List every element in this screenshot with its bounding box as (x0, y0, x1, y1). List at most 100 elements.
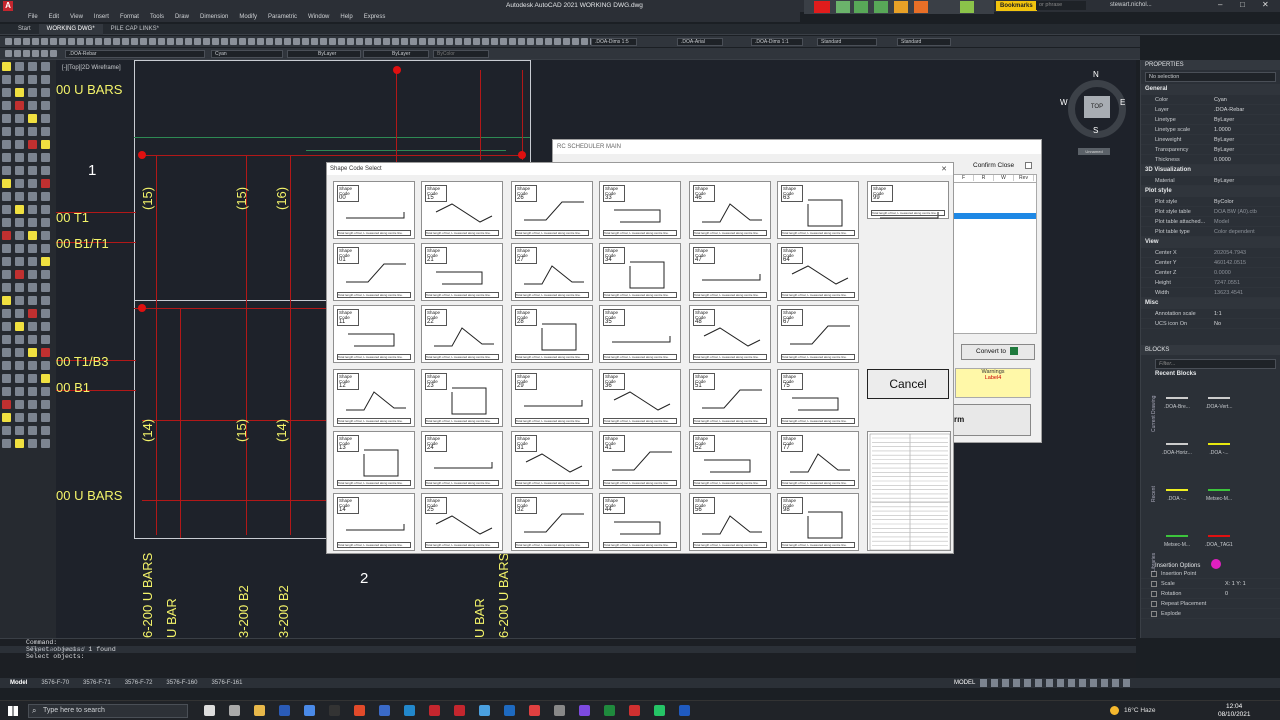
draw-tool-icon[interactable] (15, 101, 24, 110)
draw-tool-icon[interactable] (41, 296, 50, 305)
ribbon-tool-icon[interactable] (455, 38, 462, 45)
ribbon-tool-icon[interactable] (356, 38, 363, 45)
property-row-thickness[interactable]: Thickness 0.0000 (1141, 155, 1280, 165)
magenta-block-icon[interactable] (1211, 559, 1221, 569)
ribbon-tool-icon[interactable] (581, 38, 588, 45)
command-input[interactable]: Type a command (0, 646, 1136, 653)
layout-tab[interactable]: 3576-F-160 (166, 680, 197, 686)
ribbon-tool-icon[interactable] (266, 38, 273, 45)
draw-tool-icon[interactable] (28, 322, 37, 331)
taskbar-app-icon[interactable] (354, 705, 365, 716)
table-style-select[interactable]: Standard (817, 38, 877, 46)
draw-tool-icon[interactable] (15, 205, 24, 214)
draw-tool-icon[interactable] (28, 400, 37, 409)
draw-tool-icon[interactable] (41, 270, 50, 279)
shape-card-36[interactable]: Shape Code 36 Total length of bar, L measu… (599, 369, 681, 427)
draw-tool-icon[interactable] (15, 309, 24, 318)
draw-tool-icon[interactable] (2, 114, 11, 123)
convert-button[interactable]: Convert to (961, 344, 1035, 360)
draw-tool-icon[interactable] (15, 179, 24, 188)
draw-tool-icon[interactable] (2, 127, 11, 136)
shape-card-28[interactable]: Shape Code 28 Total length of bar, L measu… (511, 305, 593, 363)
ribbon-tool-icon[interactable] (365, 38, 372, 45)
draw-tool-icon[interactable] (28, 88, 37, 97)
option-checkbox[interactable] (1151, 581, 1157, 587)
ribbon-tool-icon[interactable] (284, 38, 291, 45)
draw-tool-icon[interactable] (41, 62, 50, 71)
shape-card-63[interactable]: Shape Code 63 Total length of bar, L measu… (777, 181, 859, 239)
shape-card-46[interactable]: Shape Code 46 Total length of bar, L measu… (689, 181, 771, 239)
insertion-option[interactable]: Scale X: 1 Y: 1 (1141, 579, 1280, 589)
insertion-option[interactable]: Explode (1141, 609, 1280, 619)
draw-tool-icon[interactable] (41, 244, 50, 253)
ribbon-tool-icon[interactable] (419, 38, 426, 45)
draw-tool-icon[interactable] (41, 309, 50, 318)
layout-tab[interactable]: Model (10, 680, 27, 686)
app-icon-green2[interactable] (854, 1, 868, 13)
ribbon-tool-icon[interactable] (545, 38, 552, 45)
layout-tab[interactable]: 3576-F-72 (125, 680, 153, 686)
draw-tool-icon[interactable] (2, 244, 11, 253)
draw-tool-icon[interactable] (41, 348, 50, 357)
shape-card-27[interactable]: Shape Code 27 Total length of bar, L measu… (511, 243, 593, 301)
property-row-ucs-icon-on[interactable]: UCS icon On No (1141, 319, 1280, 329)
ribbon-tool-icon[interactable] (68, 38, 75, 45)
draw-tool-icon[interactable] (41, 413, 50, 422)
ribbon-tool-icon[interactable] (185, 38, 192, 45)
layout-tab[interactable]: 3576-F-161 (211, 680, 242, 686)
autocad-logo-icon[interactable]: A (3, 1, 13, 11)
section-view[interactable]: View (1141, 237, 1280, 248)
shape-card-32[interactable]: Shape Code 32 Total length of bar, L measu… (511, 493, 593, 551)
shape-card-15[interactable]: Shape Code 15 Total length of bar, L measu… (421, 181, 503, 239)
draw-tool-icon[interactable] (28, 127, 37, 136)
draw-tool-icon[interactable] (41, 335, 50, 344)
palette-side-tab[interactable]: Current Drawing (1151, 396, 1157, 432)
bookmarks-button[interactable]: Bookmarks (996, 1, 1037, 11)
app-icon-orange[interactable] (894, 1, 908, 13)
draw-tool-icon[interactable] (2, 231, 11, 240)
shape-card-99[interactable]: Shape Code 99 Total length of bar, L measu… (867, 181, 949, 219)
menu-insert[interactable]: Insert (94, 14, 109, 20)
draw-tool-icon[interactable] (15, 88, 24, 97)
close-icon[interactable]: ✕ (1262, 0, 1269, 9)
rc-selected-row[interactable] (954, 213, 1036, 219)
draw-tool-icon[interactable] (2, 335, 11, 344)
draw-tool-icon[interactable] (41, 231, 50, 240)
draw-tool-icon[interactable] (15, 75, 24, 84)
draw-tool-icon[interactable] (15, 166, 24, 175)
ribbon-tool-icon[interactable] (95, 38, 102, 45)
draw-tool-icon[interactable] (28, 244, 37, 253)
property-row-center-y[interactable]: Center Y 460142.0515 (1141, 258, 1280, 268)
ribbon-tool-icon[interactable] (248, 38, 255, 45)
draw-tool-icon[interactable] (28, 283, 37, 292)
ribbon-tool-icon[interactable] (86, 38, 93, 45)
draw-tool-icon[interactable] (28, 231, 37, 240)
shape-card-64[interactable]: Shape Code 64 Total length of bar, L measu… (777, 243, 859, 301)
shape-card-25[interactable]: Shape Code 25 Total length of bar, L measu… (421, 493, 503, 551)
ribbon-tool-icon[interactable] (122, 38, 129, 45)
color-select[interactable]: Cyan (211, 50, 283, 58)
taskbar-app-icon[interactable] (329, 705, 340, 716)
ribbon-tool-icon[interactable] (500, 38, 507, 45)
app-icon-3d[interactable] (960, 1, 974, 13)
property-row-material[interactable]: Material ByLayer (1141, 176, 1280, 186)
menu-parametric[interactable]: Parametric (268, 14, 297, 20)
menu-draw[interactable]: Draw (175, 14, 189, 20)
doc-tab-1[interactable]: WORKING DWG* (38, 24, 103, 35)
shape-card-51[interactable]: Shape Code 51 Total length of bar, L measu… (689, 369, 771, 427)
layer-tool-icon[interactable] (5, 50, 12, 57)
taskbar-app-icon[interactable] (529, 705, 540, 716)
shape-card-31[interactable]: Shape Code 31 Total length of bar, L measu… (511, 431, 593, 489)
insertion-option[interactable]: Insertion Point (1141, 569, 1280, 579)
shape-card-24[interactable]: Shape Code 24 Total length of bar, L measu… (421, 431, 503, 489)
ribbon-tool-icon[interactable] (149, 38, 156, 45)
draw-tool-icon[interactable] (2, 179, 11, 188)
ucs-menu[interactable]: Unnamed (1078, 148, 1110, 155)
shape-card-52[interactable]: Shape Code 52 Total length of bar, L measu… (689, 431, 771, 489)
draw-tool-icon[interactable] (28, 153, 37, 162)
draw-tool-icon[interactable] (41, 205, 50, 214)
layer-tool-icon[interactable] (41, 50, 48, 57)
doc-tab-0[interactable]: Start (10, 24, 39, 35)
ribbon-tool-icon[interactable] (239, 38, 246, 45)
ribbon-tool-icon[interactable] (41, 38, 48, 45)
